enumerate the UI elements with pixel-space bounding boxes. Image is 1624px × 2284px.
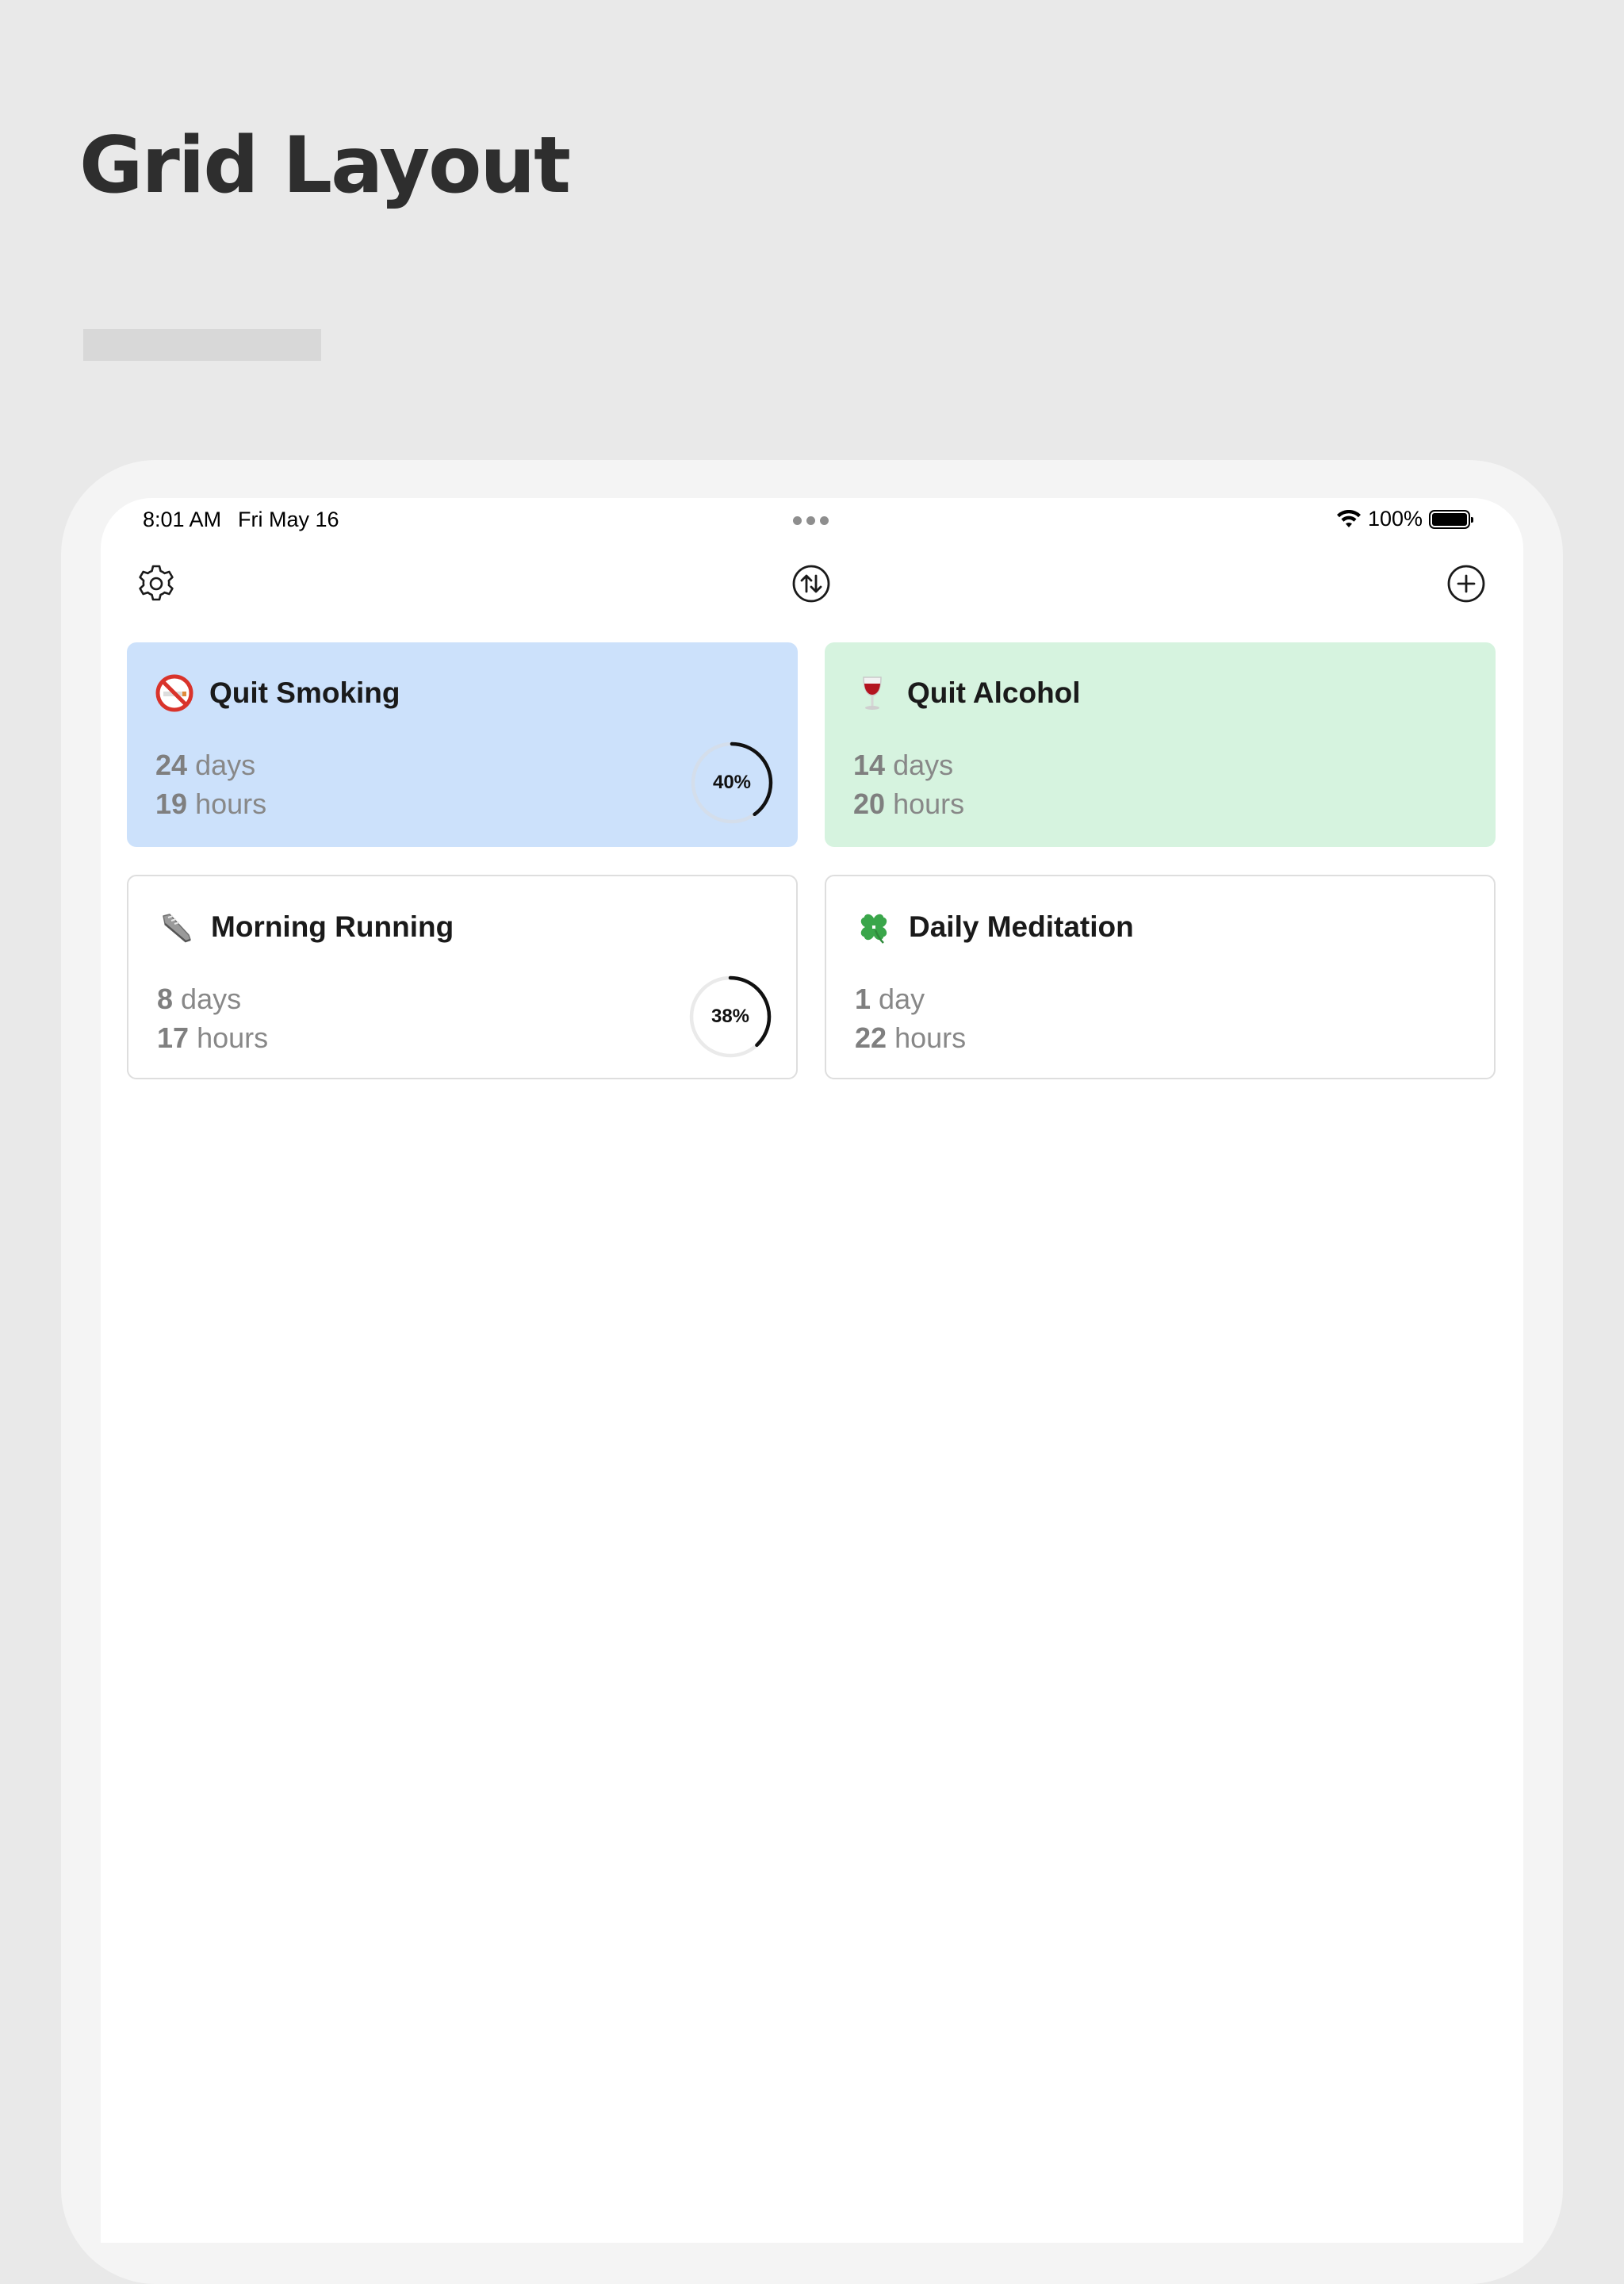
habit-card-quit-alcohol[interactable]: Quit Alcohol 14 days 20 hours: [825, 642, 1496, 847]
habit-card-daily-meditation[interactable]: Daily Meditation 1 day 22 hours: [825, 875, 1496, 1079]
hours-unit: hours: [893, 788, 965, 820]
add-button[interactable]: [1444, 561, 1488, 606]
hours-value: 19: [155, 788, 188, 820]
multitasking-dots-icon[interactable]: [793, 516, 829, 525]
running-shoe-icon: [157, 908, 195, 946]
card-stats: 14 days 20 hours: [853, 745, 964, 823]
status-time: 8:01 AM: [143, 508, 222, 531]
progress-label: 38%: [710, 1006, 750, 1027]
subtitle-placeholder-bar: [83, 329, 321, 361]
battery-percent: 100%: [1368, 507, 1423, 531]
no-smoking-icon: [155, 674, 193, 712]
hours-value: 22: [855, 1021, 887, 1054]
habit-card-morning-running[interactable]: Morning Running 8 days 17 hours 38%: [127, 875, 798, 1079]
hours-value: 17: [157, 1021, 190, 1054]
wifi-icon: [1337, 509, 1361, 527]
days-unit: days: [893, 749, 954, 781]
progress-ring: 38%: [688, 975, 772, 1059]
status-date: Fri May 16: [238, 508, 339, 531]
card-title: Daily Meditation: [909, 910, 1134, 943]
days-unit: days: [195, 749, 256, 781]
progress-ring: 40%: [690, 741, 774, 825]
hours-value: 20: [853, 788, 886, 820]
card-stats: 1 day 22 hours: [855, 979, 966, 1057]
habit-card-quit-smoking[interactable]: Quit Smoking 24 days 19 hours 40%: [127, 642, 798, 847]
card-title: Quit Alcohol: [907, 676, 1081, 709]
days-unit: days: [181, 983, 242, 1015]
wine-glass-icon: [853, 674, 891, 712]
days-unit: day: [879, 983, 925, 1015]
hours-unit: hours: [197, 1021, 269, 1054]
card-stats: 8 days 17 hours: [157, 979, 268, 1057]
card-title: Morning Running: [211, 910, 454, 943]
settings-button[interactable]: [134, 561, 178, 606]
days-value: 8: [157, 983, 174, 1015]
hours-unit: hours: [894, 1021, 967, 1054]
four-leaf-clover-icon: [855, 908, 893, 946]
days-value: 24: [155, 749, 188, 781]
sort-arrows-icon: [792, 565, 830, 603]
days-value: 14: [853, 749, 886, 781]
days-value: 1: [855, 983, 871, 1015]
progress-label: 40%: [712, 772, 752, 793]
plus-circle-icon: [1447, 565, 1485, 603]
gear-icon: [139, 565, 174, 601]
card-stats: 24 days 19 hours: [155, 745, 266, 823]
hours-unit: hours: [195, 788, 267, 820]
status-right: 100%: [1336, 507, 1474, 531]
sort-button[interactable]: [789, 561, 833, 606]
battery-icon: [1429, 509, 1474, 529]
card-title: Quit Smoking: [209, 676, 400, 709]
page-heading: Grid Layout: [79, 121, 571, 211]
